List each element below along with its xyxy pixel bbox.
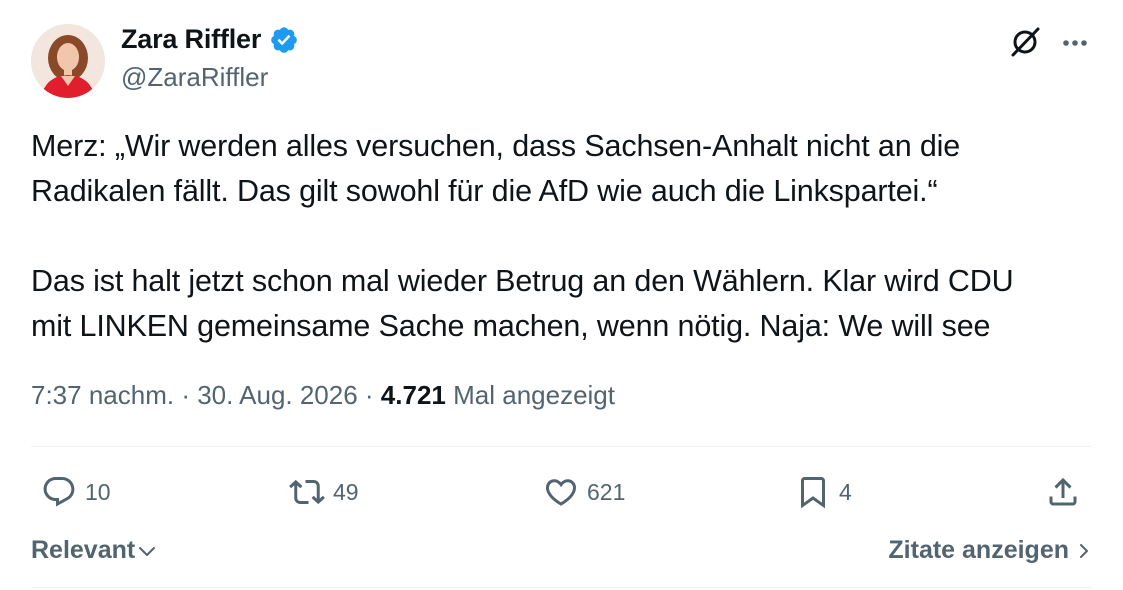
bookmark-button[interactable]: 4 <box>795 472 852 512</box>
tweet-text: Merz: „Wir werden alles versuchen, dass … <box>31 124 1101 349</box>
reply-count: 10 <box>85 478 111 505</box>
tweet-line: mit LINKEN gemeinsame Sache machen, wenn… <box>31 309 991 343</box>
author-name-row: Zara Riffler <box>121 24 299 55</box>
like-count: 621 <box>587 478 626 505</box>
meta-separator: · <box>174 380 198 410</box>
tweet-line: Merz: „Wir werden alles versuchen, dass … <box>31 129 961 163</box>
repost-icon <box>289 479 325 505</box>
tweet-meta: 7:37 nachm. · 30. Aug. 2026 · 4.721 Mal … <box>31 380 615 411</box>
chevron-right-icon <box>1080 543 1088 558</box>
bookmark-icon <box>801 477 825 509</box>
like-button[interactable]: 621 <box>543 472 625 512</box>
sort-dropdown[interactable]: Relevant <box>31 536 157 565</box>
repost-count: 49 <box>333 478 359 505</box>
tweet-date[interactable]: 30. Aug. 2026 <box>197 380 357 410</box>
reply-icon <box>43 477 75 507</box>
grok-icon[interactable] <box>1005 22 1045 62</box>
more-dots-icon[interactable] <box>1055 22 1095 62</box>
quotes-label: Zitate anzeigen <box>888 536 1069 564</box>
avatar[interactable] <box>31 24 105 98</box>
sort-label: Relevant <box>31 536 136 564</box>
show-quotes-link[interactable]: Zitate anzeigen <box>888 536 1091 565</box>
author-handle[interactable]: @ZaraRiffler <box>121 62 268 93</box>
reply-button[interactable]: 10 <box>41 472 111 512</box>
views-count: 4.721 <box>380 380 446 410</box>
tweet-line: Radikalen fällt. Das gilt sowohl für die… <box>31 174 938 208</box>
chevron-down-icon <box>139 546 156 556</box>
share-button[interactable] <box>1045 472 1081 512</box>
repost-button[interactable]: 49 <box>289 472 359 512</box>
divider <box>31 446 1092 447</box>
tweet-time[interactable]: 7:37 nachm. <box>31 380 174 410</box>
divider <box>31 587 1092 588</box>
share-icon <box>1049 477 1077 506</box>
heart-icon <box>545 479 577 506</box>
avatar-image <box>31 24 105 98</box>
views-label: Mal angezeigt <box>453 380 615 410</box>
verified-badge-icon[interactable] <box>269 25 299 55</box>
bookmark-count: 4 <box>839 478 852 505</box>
meta-separator: · <box>357 380 381 410</box>
author-name[interactable]: Zara Riffler <box>121 24 261 55</box>
tweet-line: Das ist halt jetzt schon mal wieder Betr… <box>31 264 1014 298</box>
